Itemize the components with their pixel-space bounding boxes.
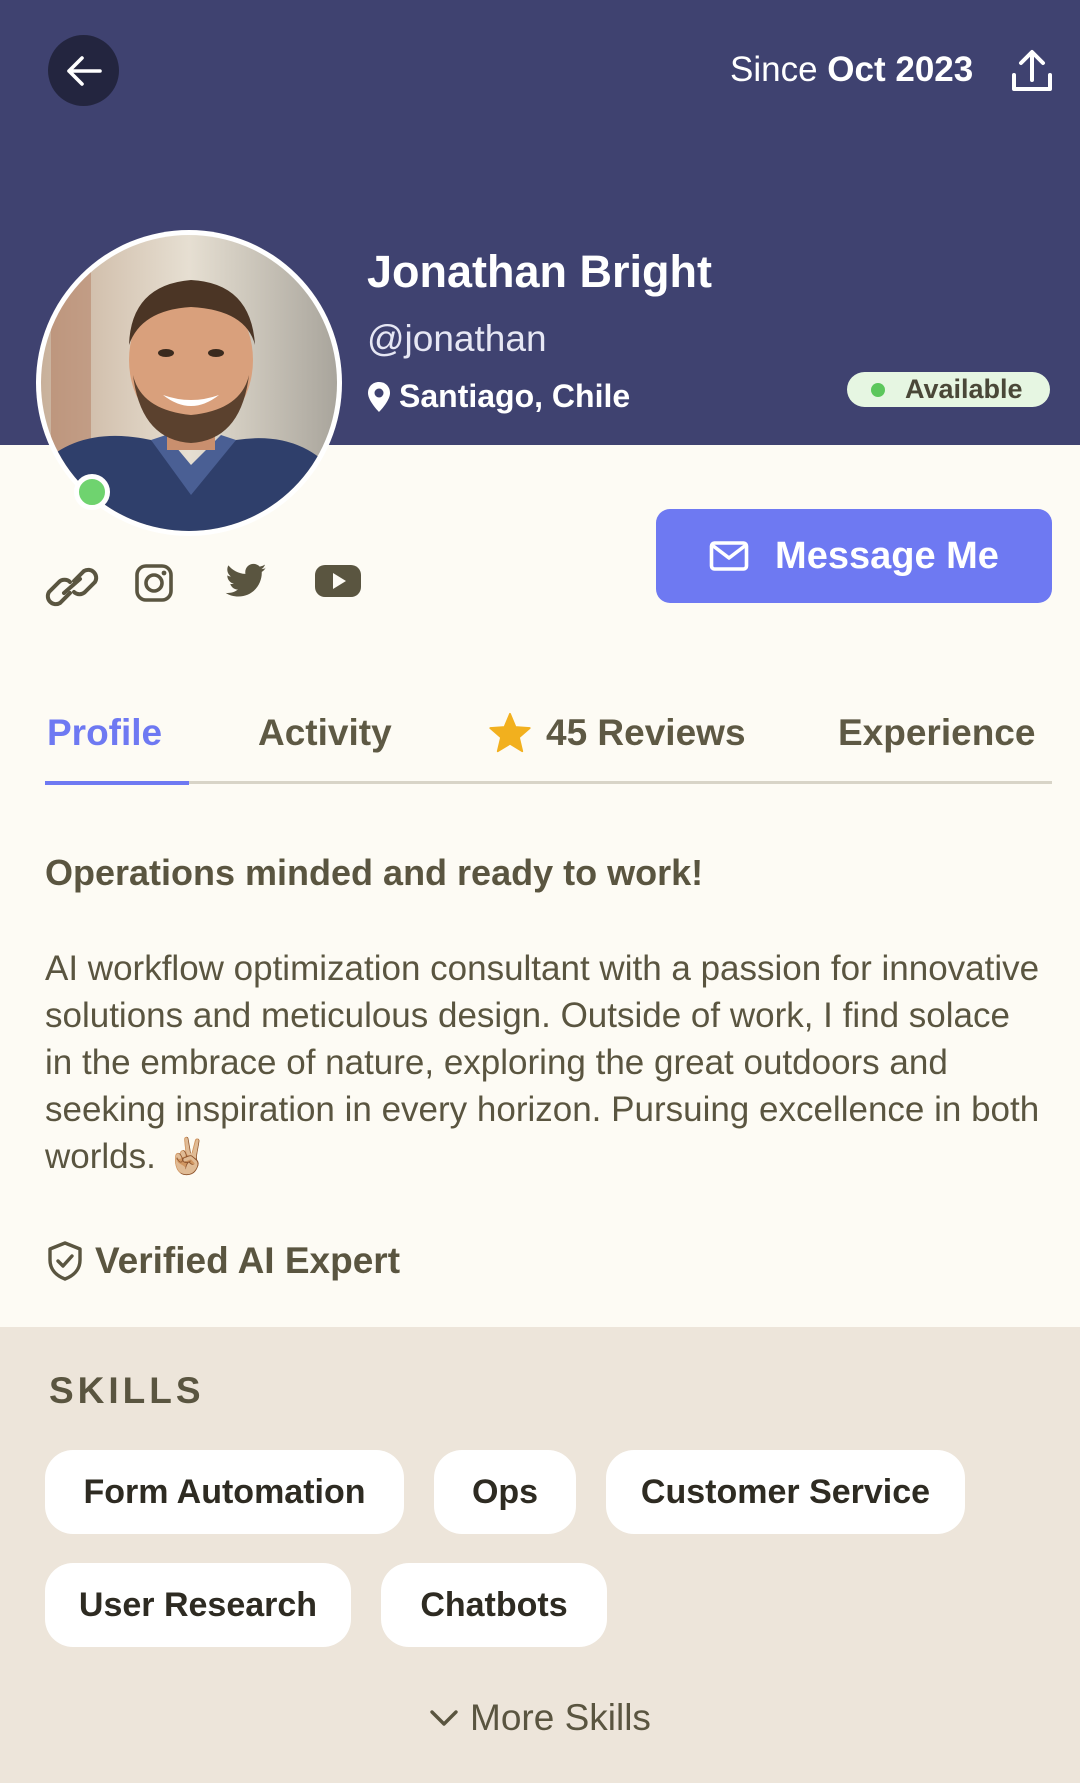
message-me-label: Message Me — [775, 534, 999, 577]
skill-chip[interactable]: Chatbots — [381, 1563, 607, 1647]
back-button[interactable] — [48, 35, 119, 106]
profile-headline: Operations minded and ready to work! — [45, 852, 704, 893]
skills-title: SKILLS — [49, 1370, 205, 1411]
tab-reviews[interactable]: 45 Reviews — [488, 712, 746, 754]
chevron-down-icon — [430, 1710, 458, 1726]
tabs-divider — [45, 781, 1052, 784]
online-status-dot — [74, 474, 110, 510]
youtube-button[interactable] — [314, 563, 362, 599]
twitter-icon — [225, 563, 267, 597]
profile-name: Jonathan Bright — [367, 246, 712, 297]
profile-bio: AI workflow optimization consultant with… — [45, 949, 1040, 1176]
verified-badge: Verified AI Expert — [45, 1240, 400, 1282]
youtube-icon — [315, 565, 361, 597]
link-button[interactable] — [44, 563, 100, 611]
status-dot — [871, 382, 885, 397]
tab-experience-label: Experience — [838, 712, 1036, 753]
link-icon — [45, 567, 99, 607]
since-prefix: Since — [730, 50, 818, 89]
message-me-button[interactable]: Message Me — [656, 509, 1052, 603]
member-since: Since Oct 2023 — [730, 50, 973, 90]
tab-profile[interactable]: Profile — [47, 712, 162, 754]
profile-handle: @jonathan — [367, 318, 547, 359]
profile-location: Santiago, Chile — [367, 378, 630, 415]
status-badge: Available — [847, 372, 1050, 407]
since-date: Oct 2023 — [827, 50, 974, 89]
star-icon — [489, 712, 531, 753]
upload-icon — [1012, 50, 1052, 91]
skill-chip[interactable]: Ops — [434, 1450, 576, 1534]
instagram-icon — [135, 564, 173, 602]
instagram-button[interactable] — [134, 563, 174, 603]
verified-label: Verified AI Expert — [95, 1240, 401, 1281]
tab-activity-label: Activity — [258, 712, 392, 753]
tab-experience[interactable]: Experience — [838, 712, 1035, 754]
shield-check-icon — [48, 1241, 82, 1281]
skill-chip[interactable]: Form Automation — [45, 1450, 404, 1534]
more-skills-label: More Skills — [470, 1697, 651, 1738]
skill-chip[interactable]: Customer Service — [606, 1450, 965, 1534]
tab-reviews-label: 45 Reviews — [546, 712, 746, 753]
twitter-button[interactable] — [224, 563, 268, 601]
tab-activity[interactable]: Activity — [258, 712, 392, 754]
active-tab-indicator — [45, 781, 189, 785]
status-label: Available — [905, 374, 1023, 404]
map-pin-icon — [368, 381, 390, 412]
skill-chip[interactable]: User Research — [45, 1563, 351, 1647]
mail-icon — [709, 541, 749, 571]
more-skills-button[interactable]: More Skills — [428, 1697, 651, 1739]
tab-profile-label: Profile — [47, 712, 163, 753]
arrow-left-icon — [66, 55, 102, 86]
share-button[interactable] — [1010, 48, 1054, 94]
location-text: Santiago, Chile — [399, 378, 631, 414]
